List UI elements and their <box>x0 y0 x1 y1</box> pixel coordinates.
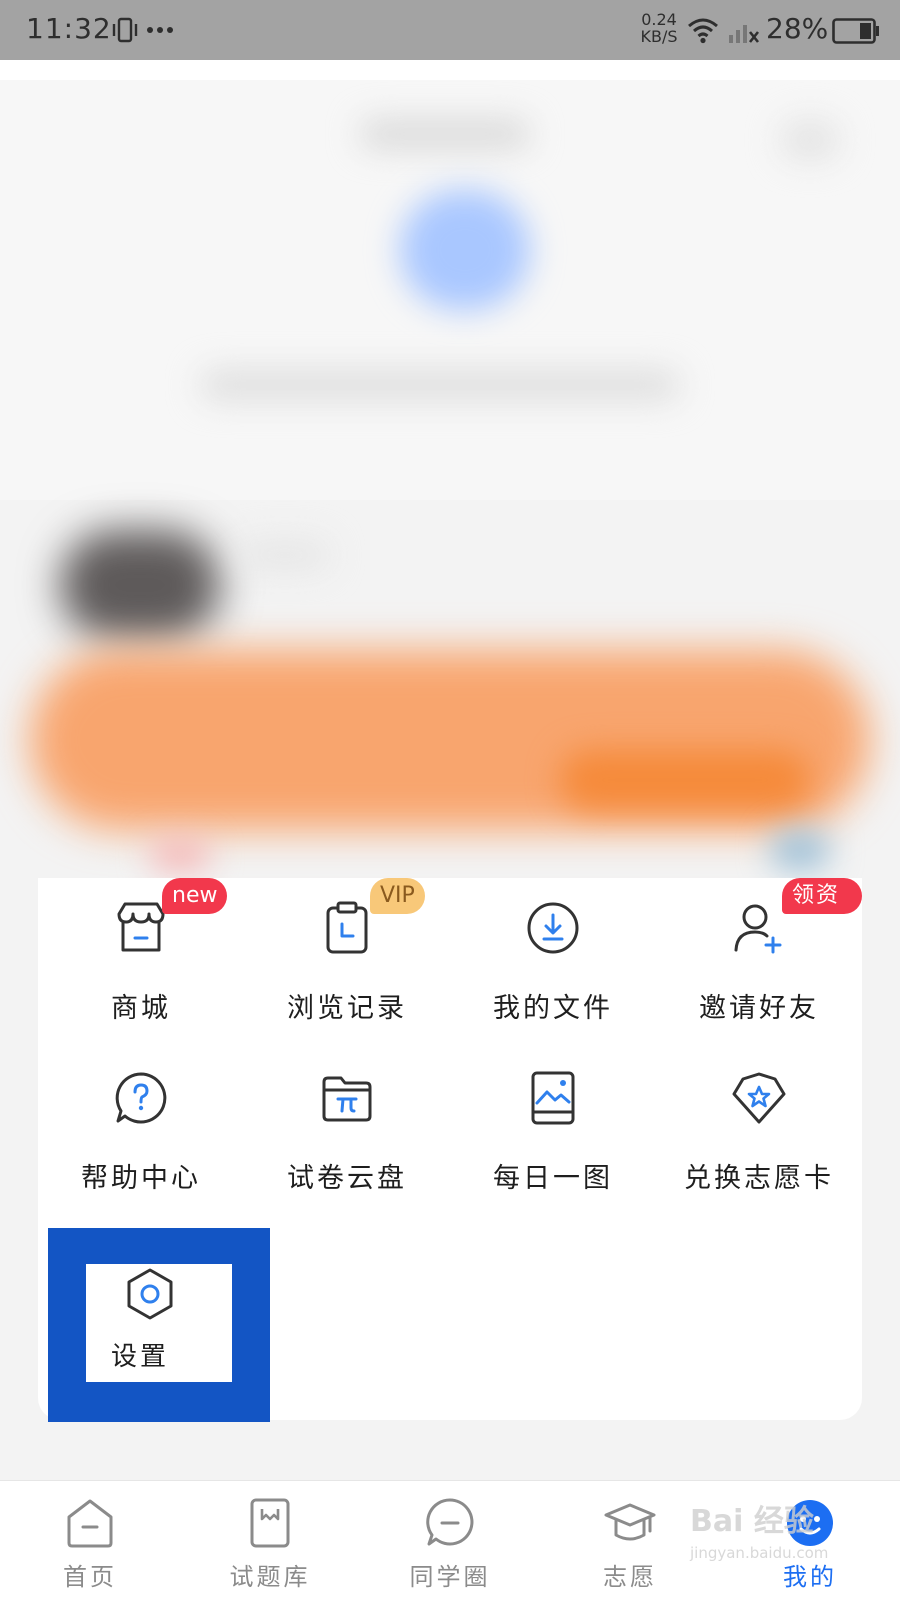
baidu-jingyan-watermark: Bai 经验 jingyan.baidu.com <box>690 1496 850 1586</box>
nav-label-question-bank: 试题库 <box>229 1563 311 1591</box>
menu-item-help-center[interactable]: 帮助中心 <box>38 1048 244 1218</box>
settings-hexagon-icon <box>127 1268 173 1320</box>
blurred-badge-right <box>770 830 830 870</box>
menu-label-invite-friends: 邀请好友 <box>699 993 819 1024</box>
home-icon <box>67 1499 113 1548</box>
blurred-banner-button <box>560 750 810 810</box>
menu-label-my-files: 我的文件 <box>493 993 613 1024</box>
blurred-corner-button <box>780 120 840 160</box>
menu-item-exam-cloud[interactable]: 试卷云盘 <box>244 1048 450 1218</box>
clipboard-icon <box>326 901 368 954</box>
blurred-username <box>240 540 330 570</box>
menu-label-shop: 商城 <box>111 993 171 1024</box>
menu-label-history: 浏览记录 <box>287 993 407 1024</box>
nav-item-classmates[interactable]: 同学圈 <box>360 1481 540 1600</box>
menu-item-redeem-card[interactable]: 兑换志愿卡 <box>656 1048 862 1218</box>
menu-label-exam-cloud: 试卷云盘 <box>287 1163 407 1194</box>
network-speed-value: 0.24 <box>641 10 677 29</box>
watermark-main-text: Bai 经验 <box>690 1504 814 1539</box>
new-badge: new <box>162 878 228 914</box>
battery-icon <box>832 18 879 44</box>
status-bar: 11:32 0.24 KB/S 28% <box>0 0 900 60</box>
battery-percentage: 28% <box>766 12 829 45</box>
nav-label-home: 首页 <box>63 1563 117 1591</box>
vip-badge: VIP <box>370 878 425 914</box>
menu-card: 商城 浏览记录 我的文件 邀请好友 帮助中心 试卷云盘 每日一图 兑换志愿卡 设… <box>38 878 862 1422</box>
status-time: 11:32 <box>26 12 112 45</box>
watermark-url: jingyan.baidu.com <box>690 1544 829 1562</box>
more-dots-icon <box>147 27 173 33</box>
menu-label-redeem-card: 兑换志愿卡 <box>684 1163 834 1194</box>
wifi-icon <box>688 18 718 44</box>
nav-item-question-bank[interactable]: 试题库 <box>180 1481 360 1600</box>
network-speed: 0.24 KB/S <box>636 11 682 45</box>
blurred-text-line <box>200 370 680 400</box>
nav-label-classmates: 同学圈 <box>409 1563 491 1591</box>
help-bubble-icon <box>115 1072 167 1124</box>
blurred-profile-area <box>0 60 900 880</box>
blurred-badge-left <box>150 840 210 870</box>
menu-item-daily-picture[interactable]: 每日一图 <box>450 1048 656 1218</box>
network-speed-unit: KB/S <box>640 27 678 46</box>
free-material-badge: 领资料 <box>782 878 862 944</box>
menu-item-settings[interactable]: 设置 <box>86 1264 232 1382</box>
signal-icon <box>729 25 760 43</box>
blurred-logo <box>400 190 530 310</box>
menu-item-my-files[interactable]: 我的文件 <box>450 878 656 1048</box>
menu-label-help-center: 帮助中心 <box>81 1163 201 1194</box>
blurred-avatar <box>60 530 220 640</box>
vibrate-icon <box>112 17 138 43</box>
blurred-title <box>360 120 530 148</box>
menu-label-daily-picture: 每日一图 <box>493 1163 613 1194</box>
menu-label-settings: 设置 <box>110 1342 169 1372</box>
picture-icon <box>531 1071 575 1125</box>
download-icon <box>527 902 579 954</box>
folder-pi-icon <box>322 1076 372 1122</box>
chat-bubble-icon <box>426 1498 474 1546</box>
diamond-star-icon <box>732 1072 786 1124</box>
add-user-icon <box>734 904 782 954</box>
top-strip <box>0 60 900 80</box>
store-icon <box>117 902 165 952</box>
question-bank-icon <box>250 1498 290 1548</box>
nav-item-home[interactable]: 首页 <box>0 1481 180 1600</box>
graduation-cap-icon <box>604 1503 656 1541</box>
